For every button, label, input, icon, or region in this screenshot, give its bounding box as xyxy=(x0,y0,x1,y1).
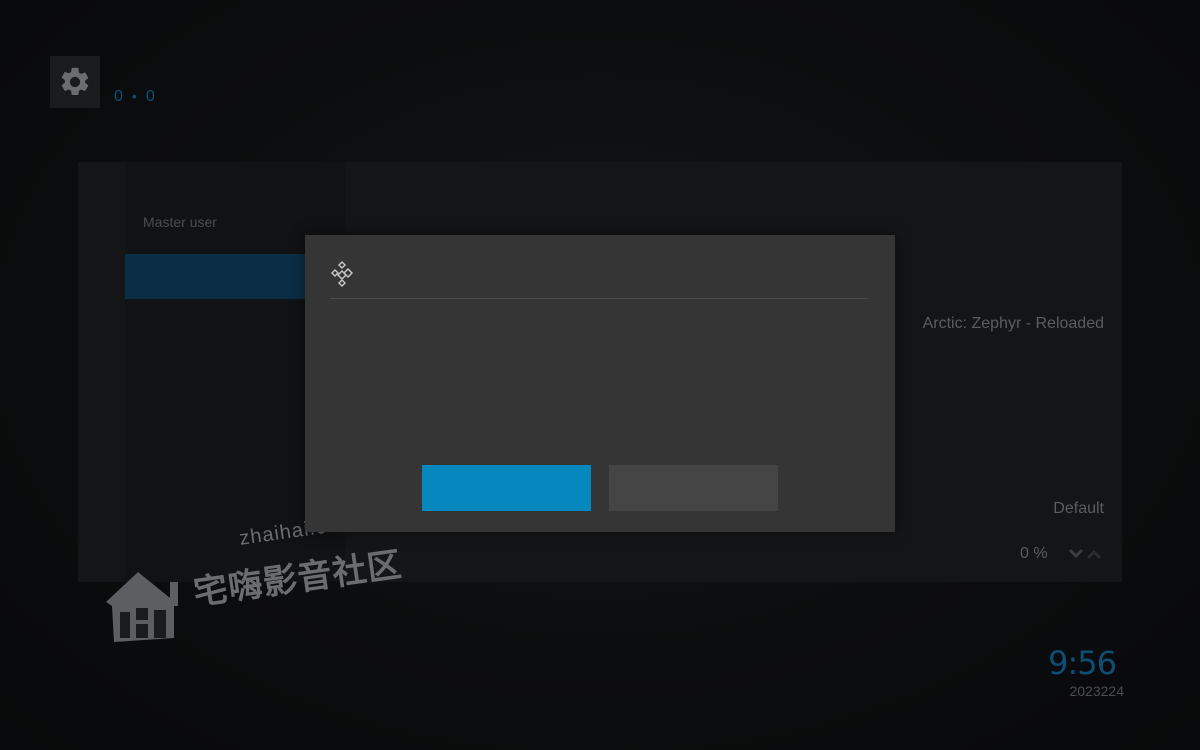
watermark-name: 宅嗨影音社区 xyxy=(191,545,405,613)
dialog-divider xyxy=(330,298,868,299)
percent-setting-value[interactable]: 0 % xyxy=(1020,545,1048,563)
breadcrumb-separator: • xyxy=(131,88,138,104)
settings-screen: 0 • 0 Master user Arctic: Zephyr - Reloade… xyxy=(0,0,1200,750)
breadcrumb-right: 0 xyxy=(145,88,156,105)
breadcrumb: 0 • 0 xyxy=(114,88,156,106)
skin-setting-value[interactable]: Arctic: Zephyr - Reloaded xyxy=(923,315,1104,333)
gear-icon xyxy=(61,67,89,96)
default-setting-value[interactable]: Default xyxy=(1053,500,1104,518)
watermark: zhaihai.com 宅嗨影音社区 xyxy=(104,512,424,648)
confirm-button[interactable] xyxy=(422,465,591,511)
confirm-dialog xyxy=(305,235,895,532)
kodi-logo-icon xyxy=(331,261,353,287)
breadcrumb-left: 0 xyxy=(114,88,124,105)
clock-time: 9:56 xyxy=(1048,644,1117,682)
sidebar-selected-item[interactable] xyxy=(125,254,315,299)
chevron-up-down-icon[interactable] xyxy=(1068,546,1108,562)
cancel-button[interactable] xyxy=(609,465,778,511)
clock-date: 2023224 xyxy=(1069,683,1124,699)
sidebar-profile-label: Master user xyxy=(143,214,217,230)
settings-header-icon-tile xyxy=(50,56,100,108)
house-logo-icon xyxy=(106,572,178,642)
